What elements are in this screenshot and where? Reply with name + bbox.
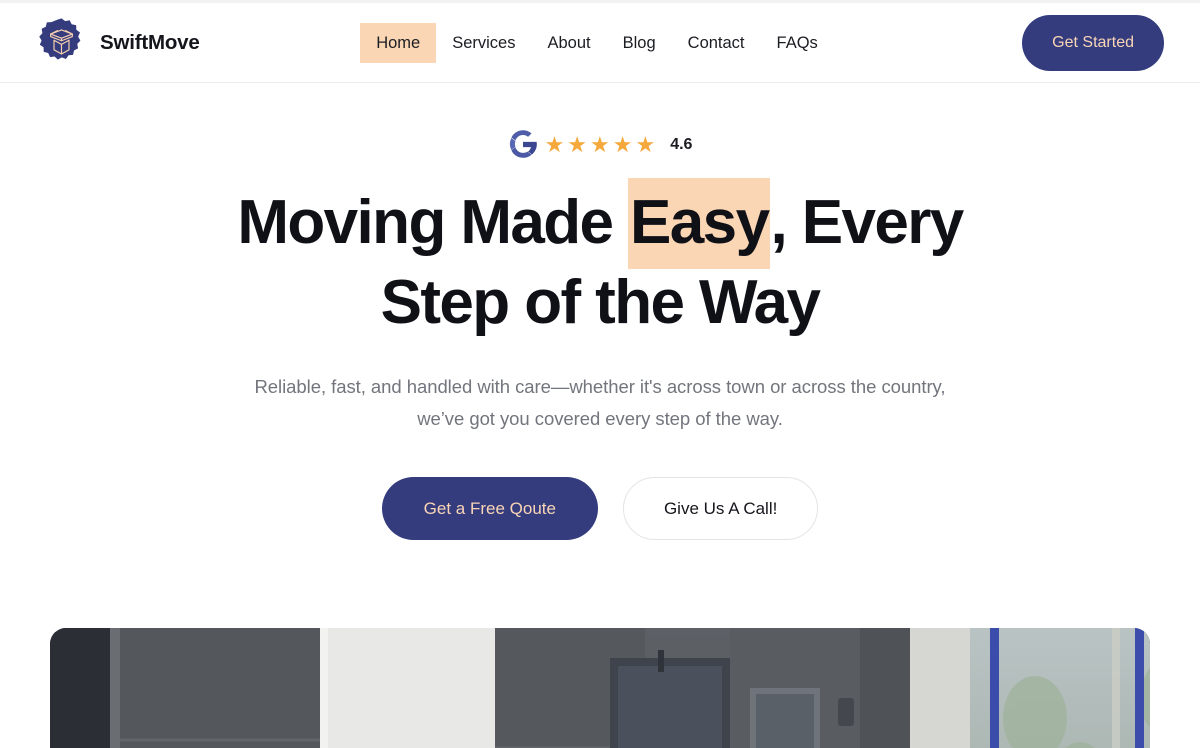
landing-page: SwiftMove Home Services About Blog Conta… [0,0,1200,748]
brand-logo[interactable]: SwiftMove [36,17,336,68]
rating-value: 4.6 [670,135,693,153]
page-title: Moving Made Easy, Every Step of the Way [210,178,990,343]
nav-item-contact[interactable]: Contact [672,23,761,63]
give-us-a-call-button[interactable]: Give Us A Call! [622,477,819,540]
get-started-button[interactable]: Get Started [1022,14,1164,71]
nav-item-faqs[interactable]: FAQs [761,23,834,63]
nav-item-blog[interactable]: Blog [607,23,672,63]
site-header: SwiftMove Home Services About Blog Conta… [0,3,1200,83]
hero-subheadline: Reliable, fast, and handled with care—wh… [254,376,946,429]
header-cta-container: Get Started [864,14,1164,71]
headline-part-before: Moving Made [237,188,629,257]
google-g-icon [508,129,538,159]
nav-item-about[interactable]: About [532,23,607,63]
rating-stars: ★★★★★ [544,131,659,157]
hero-cta-row: Get a Free Qoute Give Us A Call! [0,477,1200,540]
hero-section: ★★★★★ 4.6 Moving Made Easy, Every Step o… [0,84,1200,540]
nav-item-home[interactable]: Home [360,22,437,63]
nav-item-services[interactable]: Services [436,23,531,63]
hero-image [50,628,1150,748]
brand-name: SwiftMove [100,30,200,54]
primary-navigation: Home Services About Blog Contact FAQs [330,22,864,63]
open-box-badge-icon [36,17,87,68]
get-free-quote-button[interactable]: Get a Free Qoute [381,477,598,540]
google-rating: ★★★★★ 4.6 [0,127,1200,161]
headline-highlight: Easy [628,178,771,269]
